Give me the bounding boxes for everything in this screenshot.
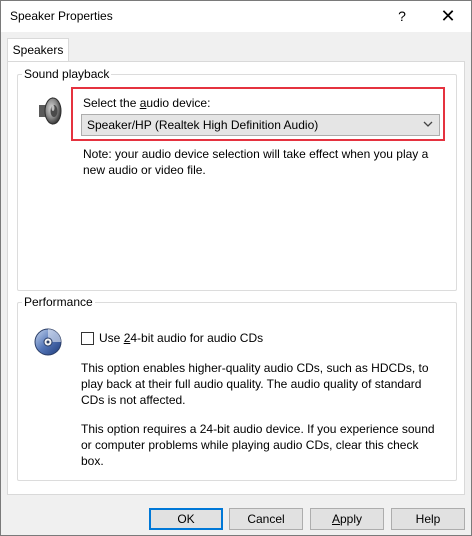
help-icon[interactable]: ? — [379, 1, 425, 32]
chevron-down-icon — [423, 121, 433, 127]
select-device-label: Select the audio device: — [83, 96, 211, 110]
tab-strip: Speakers — [1, 32, 471, 63]
title-bar: Speaker Properties ? ✕ — [1, 1, 471, 32]
performance-description-1: This option enables higher-quality audio… — [81, 361, 429, 407]
help-button[interactable]: Help — [391, 508, 465, 530]
device-note-text: Note: your audio device selection will t… — [83, 147, 429, 177]
sound-playback-label: Sound playback — [24, 67, 110, 81]
tab-speakers[interactable]: Speakers — [7, 38, 69, 63]
window-title: Speaker Properties — [10, 9, 113, 23]
selected-device-value: Speaker/HP (Realtek High Definition Audi… — [87, 118, 319, 132]
cd-icon — [34, 328, 62, 356]
close-icon[interactable]: ✕ — [425, 1, 471, 32]
cancel-button[interactable]: Cancel — [229, 508, 303, 530]
ok-button[interactable]: OK — [149, 508, 223, 530]
speaker-properties-window: Speaker Properties ? ✕ Speakers Sound pl… — [0, 0, 472, 536]
apply-button[interactable]: Apply — [310, 508, 384, 530]
24bit-audio-label: Use 24-bit audio for audio CDs — [99, 331, 264, 345]
speaker-icon — [39, 97, 62, 125]
performance-label: Performance — [24, 295, 93, 309]
audio-device-dropdown[interactable]: Speaker/HP (Realtek High Definition Audi… — [81, 114, 440, 136]
24bit-audio-checkbox[interactable] — [81, 332, 94, 345]
performance-description-2: This option requires a 24-bit audio devi… — [81, 422, 435, 468]
